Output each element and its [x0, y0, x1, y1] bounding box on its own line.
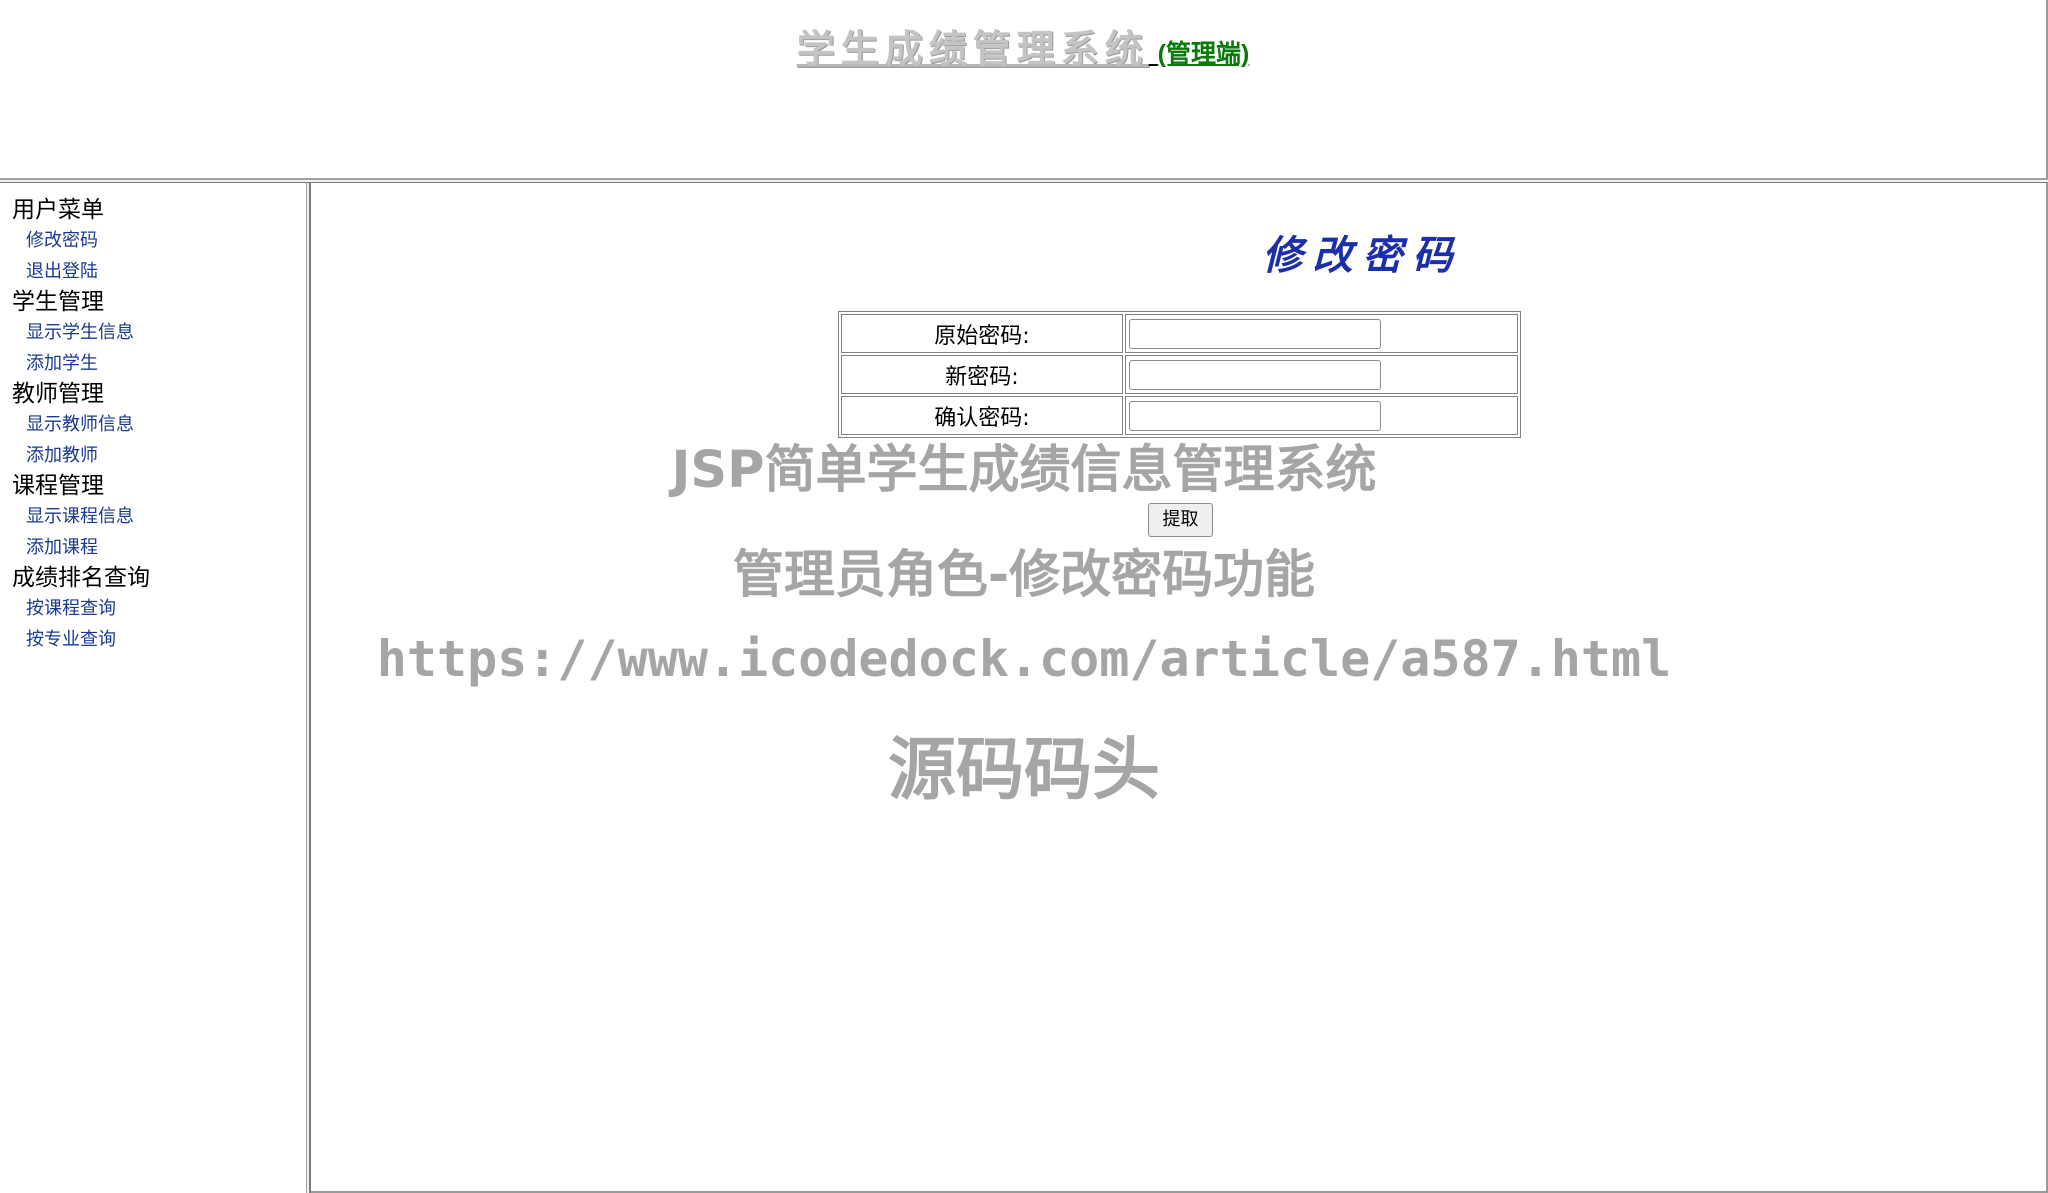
new-password-input[interactable]	[1129, 359, 1381, 390]
main-frame: 修改密码 原始密码: 新密码: 确认密码: 提取	[311, 183, 2048, 1193]
menu-group-teacher: 教师管理	[12, 381, 104, 407]
confirm-password-cell	[1125, 396, 1518, 435]
app-role-label: (管理端)	[1157, 40, 1250, 68]
change-password-form: 原始密码: 新密码: 确认密码:	[838, 311, 1521, 438]
old-password-label: 原始密码:	[841, 314, 1123, 353]
confirm-password-input[interactable]	[1129, 400, 1381, 431]
menu-item-show-courses[interactable]: 显示课程信息	[12, 501, 150, 532]
app-title: 学生成绩管理系统	[796, 26, 1149, 71]
form-row-new-password: 新密码:	[841, 355, 1518, 394]
menu-item-add-student[interactable]: 添加学生	[12, 348, 150, 379]
menu-group-user: 用户菜单	[12, 197, 104, 223]
page-title: 修改密码	[1262, 232, 1463, 279]
menu-item-logout[interactable]: 退出登陆	[12, 256, 150, 287]
sidebar-frame: 用户菜单 修改密码 退出登陆 学生管理 显示学生信息 添加学生 教师管理 显示教…	[0, 183, 306, 1193]
menu-group-ranking: 成绩排名查询	[12, 565, 150, 591]
old-password-input[interactable]	[1129, 318, 1381, 349]
app-header: 学生成绩管理系统 (管理端)	[0, 18, 2046, 73]
menu-group-course: 课程管理	[12, 473, 104, 499]
menu-item-query-by-major[interactable]: 按专业查询	[12, 624, 150, 655]
form-row-confirm-password: 确认密码:	[841, 396, 1518, 435]
new-password-cell	[1125, 355, 1518, 394]
menu-item-change-password[interactable]: 修改密码	[12, 225, 150, 256]
menu-item-add-teacher[interactable]: 添加教师	[12, 440, 150, 471]
new-password-label: 新密码:	[841, 355, 1123, 394]
form-row-old-password: 原始密码:	[841, 314, 1518, 353]
menu-group-student: 学生管理	[12, 289, 104, 315]
menu-item-query-by-course[interactable]: 按课程查询	[12, 593, 150, 624]
header-spacer	[1149, 36, 1158, 69]
confirm-password-label: 确认密码:	[841, 396, 1123, 435]
menu-item-show-teachers[interactable]: 显示教师信息	[12, 409, 150, 440]
menu-item-add-course[interactable]: 添加课程	[12, 532, 150, 563]
submit-button[interactable]: 提取	[1148, 503, 1213, 537]
top-frame: 学生成绩管理系统 (管理端)	[0, 0, 2048, 178]
menu-item-show-students[interactable]: 显示学生信息	[12, 317, 150, 348]
old-password-cell	[1125, 314, 1518, 353]
sidebar-menu: 用户菜单 修改密码 退出登陆 学生管理 显示学生信息 添加学生 教师管理 显示教…	[12, 195, 150, 655]
